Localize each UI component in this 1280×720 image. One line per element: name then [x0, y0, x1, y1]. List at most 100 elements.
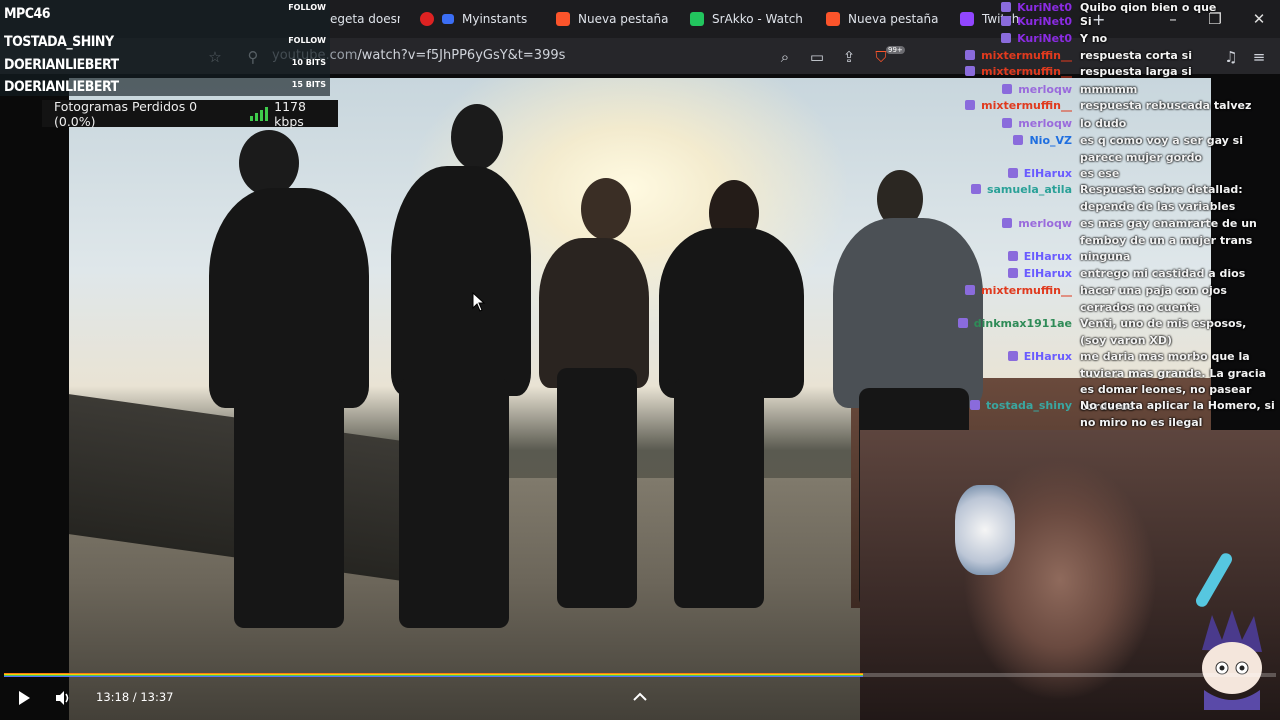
chat-badges — [1007, 168, 1018, 178]
chair-accent — [1193, 551, 1235, 609]
chat-username[interactable]: merloqw — [1018, 82, 1072, 99]
chat-badges — [965, 66, 976, 76]
video-progress-track[interactable] — [4, 673, 1276, 677]
chat-badges — [1002, 218, 1013, 228]
chat-message-text: Respuesta sobre detallad: depende de las… — [1080, 183, 1243, 213]
brave-icon — [826, 12, 840, 26]
chat-username[interactable]: dinkmax1911ae — [974, 316, 1072, 333]
video-person-legs — [557, 368, 637, 608]
subscriber-badge-icon — [1001, 33, 1012, 43]
signal-bars-icon — [250, 106, 269, 121]
subscriber-badge-icon — [1007, 268, 1018, 278]
chat-message-text: Y no — [1080, 32, 1108, 45]
browser-tab-3[interactable]: Nueva pestaña — [556, 6, 676, 32]
alert-tag: FOLLOW — [288, 3, 326, 12]
volume-icon[interactable] — [54, 689, 72, 707]
chat-username[interactable]: KuriNet0 — [1017, 31, 1072, 48]
video-person-legs — [399, 378, 509, 628]
subscriber-badge-icon — [965, 100, 976, 110]
chat-badges — [965, 285, 976, 295]
chat-username[interactable]: mixtermuffin__ — [981, 64, 1072, 81]
chat-badges — [1001, 2, 1012, 12]
subscriber-badge-icon — [1007, 351, 1018, 361]
subscriber-badge-icon — [1007, 251, 1018, 261]
chat-badges — [1007, 351, 1018, 361]
mouse-cursor-icon — [472, 292, 486, 312]
chat-username[interactable]: ElHarux — [1024, 166, 1072, 183]
subscriber-badge-icon — [965, 50, 976, 60]
chat-message-text: respuesta corta si — [1080, 49, 1192, 62]
chat-username[interactable]: ElHarux — [1024, 349, 1072, 366]
video-person-head — [581, 178, 631, 240]
alert-user: TOSTADA_SHINY — [4, 34, 114, 50]
video-person — [391, 166, 531, 396]
chat-message-text: respuesta larga si — [1080, 65, 1192, 78]
video-person — [209, 188, 369, 408]
chat-username[interactable]: ElHarux — [1024, 249, 1072, 266]
share-icon[interactable]: ⇪ — [840, 48, 858, 66]
chat-username[interactable]: mixtermuffin__ — [981, 283, 1072, 300]
dropped-frames-label: Fotogramas Perdidos 0 (0.0%) — [54, 98, 198, 129]
chat-badges — [1002, 118, 1013, 128]
tab-label: egeta doesn't — [330, 12, 400, 26]
chat-badges — [965, 100, 976, 110]
subscriber-badge-icon — [965, 285, 976, 295]
chat-badges — [1002, 84, 1013, 94]
alert-tag: FOLLOW — [288, 36, 326, 45]
tab-label: Nueva pestaña — [848, 12, 939, 26]
subscriber-badge-icon — [957, 318, 968, 328]
video-person-legs — [234, 398, 344, 628]
video-timecode: 13:18 / 13:37 — [96, 690, 174, 704]
brave-icon — [556, 12, 570, 26]
chat-message-text: ninguna — [1080, 250, 1131, 263]
chat-badges — [965, 50, 976, 60]
video-person — [659, 228, 804, 398]
chat-message-text: No cuenta aplicar la Homero, si no miro … — [1080, 399, 1275, 429]
alert-tag: 15 BITS — [291, 80, 326, 89]
chat-badges — [970, 184, 981, 194]
chat-username[interactable]: ElHarux — [1024, 266, 1072, 283]
myinstants-icon — [420, 12, 434, 26]
chat-message-text: Si — [1080, 15, 1092, 28]
alert-user: DOERIANLIEBERT — [4, 57, 119, 73]
browser-tab-5[interactable]: Nueva pestaña — [826, 6, 946, 32]
chat-username[interactable]: merloqw — [1018, 216, 1072, 233]
chat-message-text: es ese — [1080, 167, 1120, 180]
chat-message-text: entrego mi castidad a dios — [1080, 267, 1246, 280]
chat-message-text: es mas gay enamrarte de un femboy de un … — [1080, 217, 1257, 247]
subscriber-badge-icon — [1002, 218, 1013, 228]
headset-icon — [955, 485, 1015, 575]
chat-username[interactable]: Nio_VZ — [1029, 133, 1072, 150]
chat-username[interactable]: KuriNet0 — [1017, 14, 1072, 31]
screen-share-icon — [442, 14, 454, 24]
tab-label: SrAkko - Watch cl — [712, 12, 802, 26]
video-person-legs — [674, 378, 764, 608]
video-letterbox — [0, 74, 69, 720]
tab-label: Myinstants | # — [462, 12, 530, 26]
chat-username[interactable]: samuela_atila — [987, 182, 1072, 199]
alert-row: DOERIANLIEBERT — [4, 57, 119, 79]
stream-stats-bar: Fotogramas Perdidos 0 (0.0%) 1178 kbps — [42, 98, 338, 129]
chat-username[interactable]: mixtermuffin__ — [981, 48, 1072, 65]
subscriber-badge-icon — [1002, 118, 1013, 128]
zoom-icon[interactable]: ⌕ — [776, 48, 794, 66]
chat-username[interactable]: merloqw — [1018, 116, 1072, 133]
play-icon[interactable] — [16, 690, 32, 706]
chevron-up-icon[interactable] — [632, 690, 648, 704]
chat-username[interactable]: mixtermuffin__ — [981, 98, 1072, 115]
alert-user: DOERIANLIEBERT — [4, 79, 119, 95]
chat-badges — [957, 318, 968, 328]
subscriber-badge-icon — [970, 400, 980, 410]
chat-badges — [1007, 268, 1018, 278]
chat-badges — [1007, 251, 1018, 261]
chat-message-text: es q como voy a ser gay si parece mujer … — [1080, 134, 1243, 164]
video-person-head — [451, 104, 503, 170]
subscriber-badge-icon — [1002, 84, 1013, 94]
subscriber-badge-icon — [1001, 16, 1012, 26]
tab-label: Nueva pestaña — [578, 12, 669, 26]
chat-username[interactable]: tostada_shiny — [986, 398, 1072, 415]
cast-icon[interactable]: ▭ — [808, 48, 826, 66]
browser-tab-4[interactable]: SrAkko - Watch cl — [690, 6, 802, 32]
browser-tab-2[interactable]: Myinstants | # — [420, 6, 530, 32]
browser-tab-1[interactable]: egeta doesn't — [330, 6, 400, 32]
